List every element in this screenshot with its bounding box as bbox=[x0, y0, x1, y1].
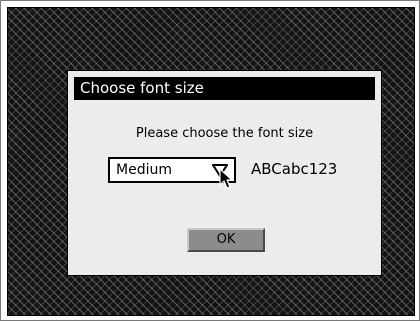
font-size-select-value: Medium bbox=[116, 162, 172, 178]
font-preview-text: ABCabc123 bbox=[251, 160, 338, 178]
dialog-prompt: Please choose the font size bbox=[135, 126, 314, 141]
desktop-background: Choose font size Please choose the font … bbox=[7, 7, 415, 316]
ok-button[interactable]: OK bbox=[187, 228, 265, 252]
dialog-titlebar[interactable]: Choose font size bbox=[74, 77, 375, 100]
font-size-select[interactable]: Medium bbox=[108, 157, 236, 183]
arrow-pointer-icon bbox=[219, 168, 233, 189]
dialog-title: Choose font size bbox=[80, 79, 204, 97]
screen: Choose font size Please choose the font … bbox=[0, 0, 420, 321]
